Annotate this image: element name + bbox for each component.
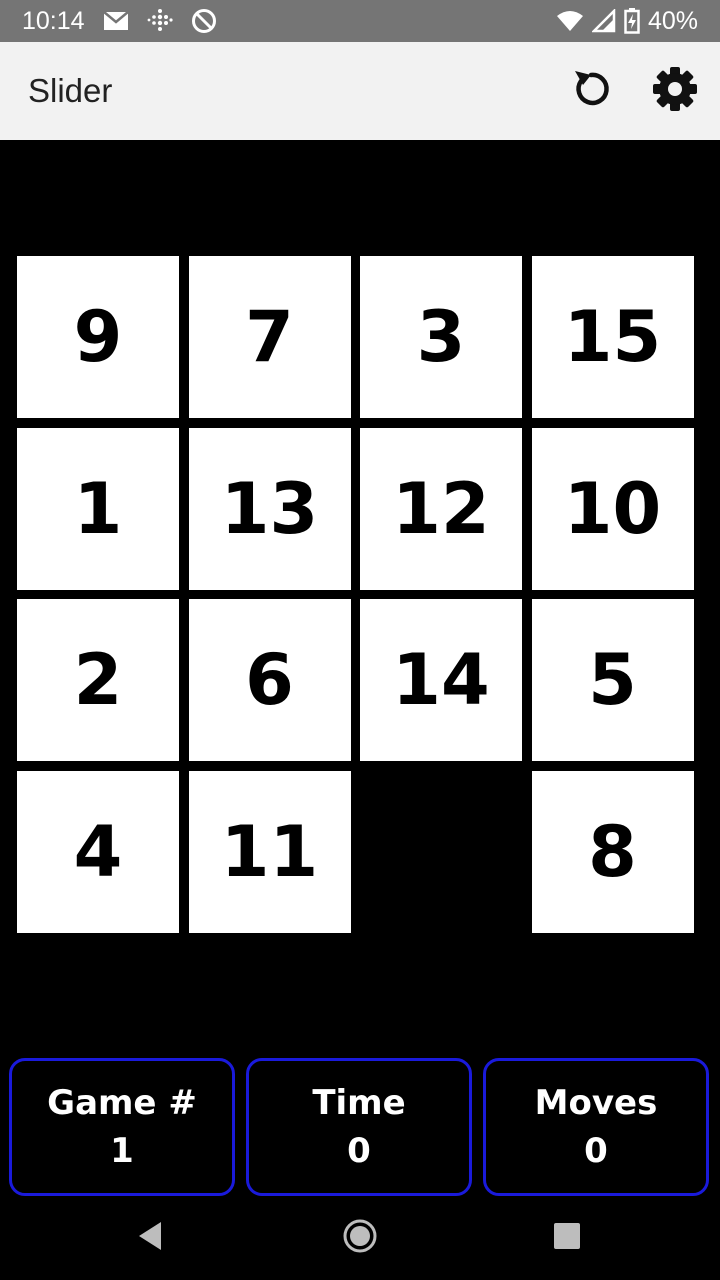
puzzle-tile[interactable]: 7 bbox=[188, 256, 351, 418]
puzzle-tile[interactable]: 5 bbox=[531, 599, 694, 761]
game-number-box: Game # 1 bbox=[9, 1058, 235, 1196]
puzzle-tile[interactable]: 9 bbox=[17, 256, 179, 418]
empty-cell bbox=[360, 771, 522, 933]
recents-icon bbox=[553, 1222, 581, 1254]
battery-percent: 40% bbox=[647, 6, 698, 35]
puzzle-board: 9 7 3 15 1 13 12 10 2 6 14 5 4 11 8 bbox=[17, 256, 695, 934]
moves-label: Moves bbox=[534, 1083, 658, 1123]
home-icon bbox=[342, 1218, 378, 1258]
wifi-icon bbox=[556, 10, 584, 32]
puzzle-tile[interactable]: 14 bbox=[360, 599, 522, 761]
puzzle-tile[interactable]: 10 bbox=[531, 427, 694, 590]
battery-charging-icon bbox=[624, 8, 640, 34]
fitbit-icon bbox=[147, 8, 173, 34]
time-value: 0 bbox=[347, 1131, 371, 1171]
puzzle-tile[interactable]: 1 bbox=[17, 427, 179, 590]
stats-panel: Game # 1 Time 0 Moves 0 bbox=[9, 1058, 711, 1196]
restart-icon bbox=[569, 67, 613, 115]
game-number-value: 1 bbox=[110, 1131, 134, 1171]
puzzle-tile[interactable]: 8 bbox=[531, 770, 694, 933]
moves-box: Moves 0 bbox=[483, 1058, 709, 1196]
restart-button[interactable] bbox=[564, 64, 618, 118]
moves-value: 0 bbox=[584, 1131, 608, 1171]
time-box: Time 0 bbox=[246, 1058, 472, 1196]
back-icon bbox=[135, 1220, 165, 1256]
navigation-bar bbox=[0, 1196, 720, 1280]
status-bar: 10:14 40% bbox=[0, 0, 720, 42]
back-button[interactable] bbox=[130, 1218, 170, 1258]
gear-icon bbox=[651, 65, 699, 117]
puzzle-tile[interactable]: 3 bbox=[360, 256, 522, 418]
puzzle-tile[interactable]: 15 bbox=[531, 256, 694, 418]
puzzle-tile[interactable]: 6 bbox=[188, 599, 351, 761]
game-number-label: Game # bbox=[47, 1083, 197, 1123]
status-time: 10:14 bbox=[22, 6, 85, 35]
time-label: Time bbox=[312, 1083, 406, 1123]
settings-button[interactable] bbox=[648, 64, 702, 118]
app-bar: Slider bbox=[0, 42, 720, 140]
app-title: Slider bbox=[28, 72, 113, 109]
puzzle-tile[interactable]: 12 bbox=[360, 427, 522, 590]
home-button[interactable] bbox=[340, 1218, 380, 1258]
recents-button[interactable] bbox=[547, 1218, 587, 1258]
mail-icon bbox=[102, 11, 129, 31]
puzzle-tile[interactable]: 4 bbox=[17, 770, 179, 933]
do-not-disturb-icon bbox=[191, 8, 217, 34]
puzzle-tile[interactable]: 13 bbox=[188, 427, 351, 590]
signal-icon bbox=[591, 9, 616, 33]
puzzle-tile[interactable]: 11 bbox=[188, 770, 351, 933]
puzzle-tile[interactable]: 2 bbox=[17, 599, 179, 761]
